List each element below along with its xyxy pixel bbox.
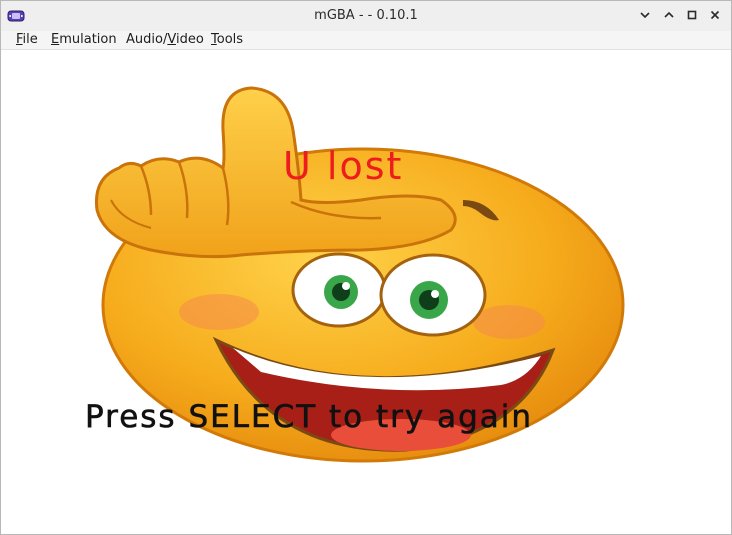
menu-tools[interactable]: Tools [209, 32, 245, 48]
you-lost-text: U lost [283, 144, 404, 188]
menu-audio-video[interactable]: Audio/Video [124, 32, 206, 48]
right-cheek [473, 305, 545, 339]
menu-emulation[interactable]: Emulation [49, 32, 119, 48]
left-cheek [179, 294, 259, 330]
press-select-prompt: Press SELECT to try again [85, 399, 534, 436]
menu-bar: File Emulation Audio/Video Tools [1, 31, 731, 50]
chevron-up-icon[interactable] [661, 7, 677, 23]
window-title: mGBA - - 0.10.1 [314, 8, 418, 23]
menu-file[interactable]: File [14, 32, 40, 48]
game-screen[interactable]: U lost Press SELECT to try again [1, 50, 731, 534]
close-icon[interactable] [707, 7, 723, 23]
square-icon[interactable] [684, 7, 700, 23]
title-bar[interactable]: mGBA - - 0.10.1 [1, 1, 731, 32]
chevron-down-icon[interactable] [637, 7, 653, 23]
mgba-window: mGBA - - 0.10.1 File Emulation Audio/Vid… [0, 0, 732, 535]
laughing-emoji-image [94, 86, 625, 463]
